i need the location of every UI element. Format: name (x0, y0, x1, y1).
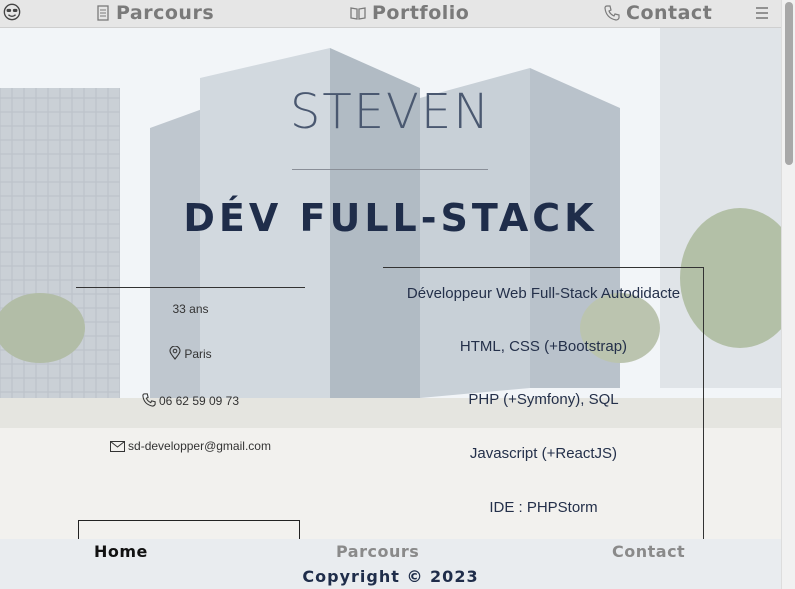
nav-label-parcours: Parcours (116, 2, 215, 24)
phone-icon (604, 5, 620, 21)
info-age: 33 ans (76, 302, 305, 316)
hero-name: STEVEN (289, 84, 492, 140)
footer-link-contact[interactable]: Contact (612, 542, 685, 561)
skill-item: IDE : PHPStorm (489, 499, 598, 516)
nav-label-contact: Contact (626, 2, 713, 24)
phone-text[interactable]: 06 62 59 09 73 (159, 394, 239, 408)
nav-link-portfolio[interactable]: Portfolio (350, 1, 469, 25)
info-divider (76, 287, 305, 288)
email-text[interactable]: sd-developper@gmail.com (128, 439, 271, 453)
info-email: sd-developper@gmail.com (76, 439, 305, 453)
title-divider (292, 169, 488, 170)
document-icon (97, 5, 109, 21)
scrollbar-thumb[interactable] (785, 2, 793, 165)
copyright-text: Copyright © 2023 (302, 567, 479, 586)
top-navbar: Parcours Portfolio Contact (0, 0, 781, 28)
age-text: 33 ans (172, 302, 209, 316)
card-outline (78, 520, 300, 539)
skill-item: Développeur Web Full-Stack Autodidacte (406, 285, 681, 302)
skill-item: PHP (+Symfony), SQL (468, 391, 619, 408)
info-city: Paris (76, 345, 305, 361)
footer-link-parcours[interactable]: Parcours (336, 542, 419, 561)
footer-link-home[interactable]: Home (94, 542, 148, 561)
hamburger-menu-icon[interactable] (754, 5, 770, 21)
skill-item: HTML, CSS (+Bootstrap) (459, 338, 628, 355)
phone-icon (142, 393, 156, 407)
sunglasses-smiley-icon[interactable] (3, 3, 21, 21)
vertical-scrollbar[interactable] (781, 0, 795, 589)
hero-section: STEVEN DÉV FULL-STACK 33 ans Paris 06 62… (0, 28, 781, 539)
footer: Home Parcours Contact Copyright © 2023 (0, 539, 781, 589)
nav-link-contact[interactable]: Contact (604, 1, 712, 25)
nav-link-parcours[interactable]: Parcours (96, 1, 214, 25)
book-icon (350, 7, 366, 20)
location-pin-icon (169, 345, 181, 360)
hero-role: DÉV FULL-STACK (183, 196, 598, 240)
envelope-icon (110, 441, 126, 452)
skill-item: Javascript (+ReactJS) (469, 445, 618, 462)
city-text: Paris (184, 347, 212, 361)
nav-label-portfolio: Portfolio (372, 2, 470, 24)
info-phone: 06 62 59 09 73 (76, 393, 305, 408)
